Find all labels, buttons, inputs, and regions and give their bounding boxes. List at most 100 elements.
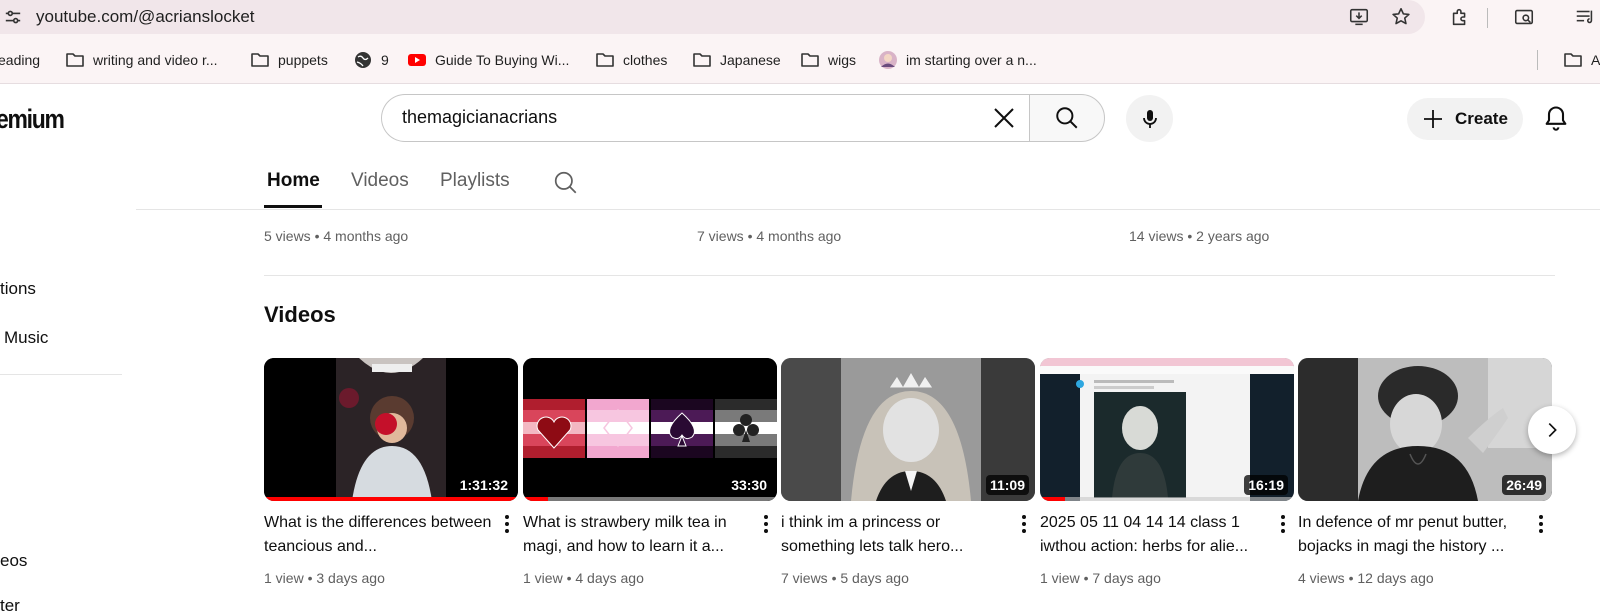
upload-age: 7 days ago xyxy=(1092,570,1161,586)
folder-icon xyxy=(693,53,711,67)
video-duration: 16:19 xyxy=(1244,475,1288,495)
video-thumbnail[interactable]: 16:19 xyxy=(1040,358,1294,501)
video-meta: 1 view • 7 days ago xyxy=(1040,570,1161,586)
shelf-divider xyxy=(264,275,1555,276)
youtube-premium-logo[interactable]: emium xyxy=(0,104,65,135)
microphone-icon xyxy=(1142,109,1157,128)
avatar-icon xyxy=(879,51,897,69)
clear-search-icon[interactable] xyxy=(990,104,1018,132)
more-options-icon[interactable] xyxy=(498,513,516,535)
more-options-icon[interactable] xyxy=(1532,513,1550,535)
tab-home[interactable]: Home xyxy=(267,170,320,192)
video-thumbnail[interactable]: 1:31:32 xyxy=(264,358,518,501)
view-count: 4 views xyxy=(1298,570,1345,586)
shelf-next-button[interactable] xyxy=(1528,406,1576,454)
upload-age: 3 days ago xyxy=(316,570,385,586)
install-app-icon[interactable] xyxy=(1347,5,1371,29)
tab-search-icon[interactable] xyxy=(1512,5,1536,29)
bookmarks-bar: eading writing and video r... puppets 9 … xyxy=(0,36,1600,84)
video-card[interactable]: 1:31:32 What is the differences between … xyxy=(264,358,518,586)
video-thumbnail[interactable]: 33:30 xyxy=(523,358,777,501)
bookmark-label: writing and video r... xyxy=(93,52,218,68)
tabs-bottom-border xyxy=(136,209,1600,210)
view-count: 7 views xyxy=(697,228,744,244)
bookmark-label: 9 xyxy=(381,52,389,68)
video-duration: 26:49 xyxy=(1502,475,1546,495)
search-box[interactable]: themagicianacrians xyxy=(381,94,1030,142)
bookmark-folder-other[interactable]: A xyxy=(1563,49,1600,71)
video-card[interactable]: 33:30 What is strawbery milk tea in magi… xyxy=(523,358,777,586)
bookmark-label: Japanese xyxy=(720,52,781,68)
bookmark-label: A xyxy=(1591,52,1600,68)
bookmark-label: puppets xyxy=(278,52,328,68)
reading-list-icon[interactable] xyxy=(1573,5,1597,29)
video-title-text: What is strawbery milk tea in magi, and … xyxy=(523,514,727,555)
search-button[interactable] xyxy=(1029,94,1105,142)
bookmark-label: Guide To Buying Wi... xyxy=(435,52,570,68)
video-title[interactable]: In defence of mr penut butter, bojacks i… xyxy=(1298,511,1530,559)
bookmark-folder-wigs[interactable]: wigs xyxy=(800,49,856,71)
folder-icon xyxy=(596,53,614,67)
view-count: 1 view xyxy=(523,570,563,586)
folder-icon xyxy=(251,53,269,67)
folder-icon xyxy=(801,53,819,67)
video-duration: 1:31:32 xyxy=(455,475,512,495)
video-title-text: i think im a princess or something lets … xyxy=(781,514,964,555)
search-input[interactable]: themagicianacrians xyxy=(402,107,557,128)
sidebar-item-youtube-music[interactable]: Music xyxy=(4,328,48,348)
watch-progress-track xyxy=(1040,497,1294,501)
plus-icon xyxy=(1424,110,1442,128)
folder-icon xyxy=(66,53,84,67)
watch-progress-bar xyxy=(523,497,549,501)
watch-progress-bar xyxy=(1040,497,1066,501)
create-button[interactable]: Create xyxy=(1407,98,1523,140)
bookmark-folder-writing[interactable]: writing and video r... xyxy=(65,49,218,71)
view-count: 5 views xyxy=(264,228,311,244)
video-duration: 33:30 xyxy=(727,475,771,495)
youtube-icon xyxy=(408,54,426,66)
bookmark-folder-clothes[interactable]: clothes xyxy=(595,49,667,71)
tab-videos[interactable]: Videos xyxy=(351,170,409,192)
bookmark-9[interactable]: 9 xyxy=(353,49,389,71)
upload-age: 12 days ago xyxy=(1357,570,1434,586)
tab-playlists[interactable]: Playlists xyxy=(440,170,510,192)
video-meta: 4 views • 12 days ago xyxy=(1298,570,1434,586)
bookmark-folder-puppets[interactable]: puppets xyxy=(250,49,328,71)
video-title[interactable]: What is the differences between teanciou… xyxy=(264,511,496,559)
more-options-icon[interactable] xyxy=(1274,513,1292,535)
sidebar-divider xyxy=(0,374,122,375)
video-title[interactable]: What is strawbery milk tea in magi, and … xyxy=(523,511,755,559)
section-title-videos[interactable]: Videos xyxy=(264,302,336,328)
sidebar-item-subscriptions[interactable]: tions xyxy=(0,279,36,299)
video-title-text: What is the differences between teanciou… xyxy=(264,514,492,555)
video-title[interactable]: i think im a princess or something lets … xyxy=(781,511,1013,559)
view-count: 1 view xyxy=(1040,570,1080,586)
bookmark-guide-to-buying[interactable]: Guide To Buying Wi... xyxy=(407,49,569,71)
video-thumbnail[interactable]: 26:49 xyxy=(1298,358,1552,501)
site-info-icon[interactable] xyxy=(4,8,22,26)
channel-search-icon[interactable] xyxy=(553,170,579,196)
notifications-bell-icon[interactable] xyxy=(1542,104,1572,134)
upload-age: 5 days ago xyxy=(840,570,909,586)
video-thumbnail[interactable]: 11:09 xyxy=(781,358,1035,501)
video-card[interactable]: 11:09 i think im a princess or something… xyxy=(781,358,1035,586)
more-options-icon[interactable] xyxy=(1015,513,1033,535)
bookmark-star-icon[interactable] xyxy=(1389,5,1413,29)
voice-search-button[interactable] xyxy=(1126,95,1173,142)
bookmark-im-starting-over[interactable]: im starting over a n... xyxy=(878,49,1037,71)
globe-icon xyxy=(355,52,371,68)
bookmark-folder-japanese[interactable]: Japanese xyxy=(692,49,781,71)
bookmark-folder-reading[interactable]: eading xyxy=(0,49,40,71)
video-title[interactable]: 2025 05 11 04 14 14 class 1 iwthou actio… xyxy=(1040,511,1272,559)
video-meta: 7 views • 5 days ago xyxy=(781,570,909,586)
video-card[interactable]: 26:49 In defence of mr penut butter, boj… xyxy=(1298,358,1552,586)
upload-age: 4 months ago xyxy=(756,228,842,244)
sidebar-item-videos[interactable]: eos xyxy=(0,551,27,571)
bookmark-label: clothes xyxy=(623,52,668,68)
more-options-icon[interactable] xyxy=(757,513,775,535)
url-text[interactable]: youtube.com/@acrianslocket xyxy=(36,7,255,27)
video-card[interactable]: 16:19 2025 05 11 04 14 14 class 1 iwthou… xyxy=(1040,358,1294,586)
prev-shelf-title-fragment xyxy=(264,201,624,209)
extensions-icon[interactable] xyxy=(1448,5,1472,29)
sidebar-item-watch-later[interactable]: ter xyxy=(0,596,20,616)
